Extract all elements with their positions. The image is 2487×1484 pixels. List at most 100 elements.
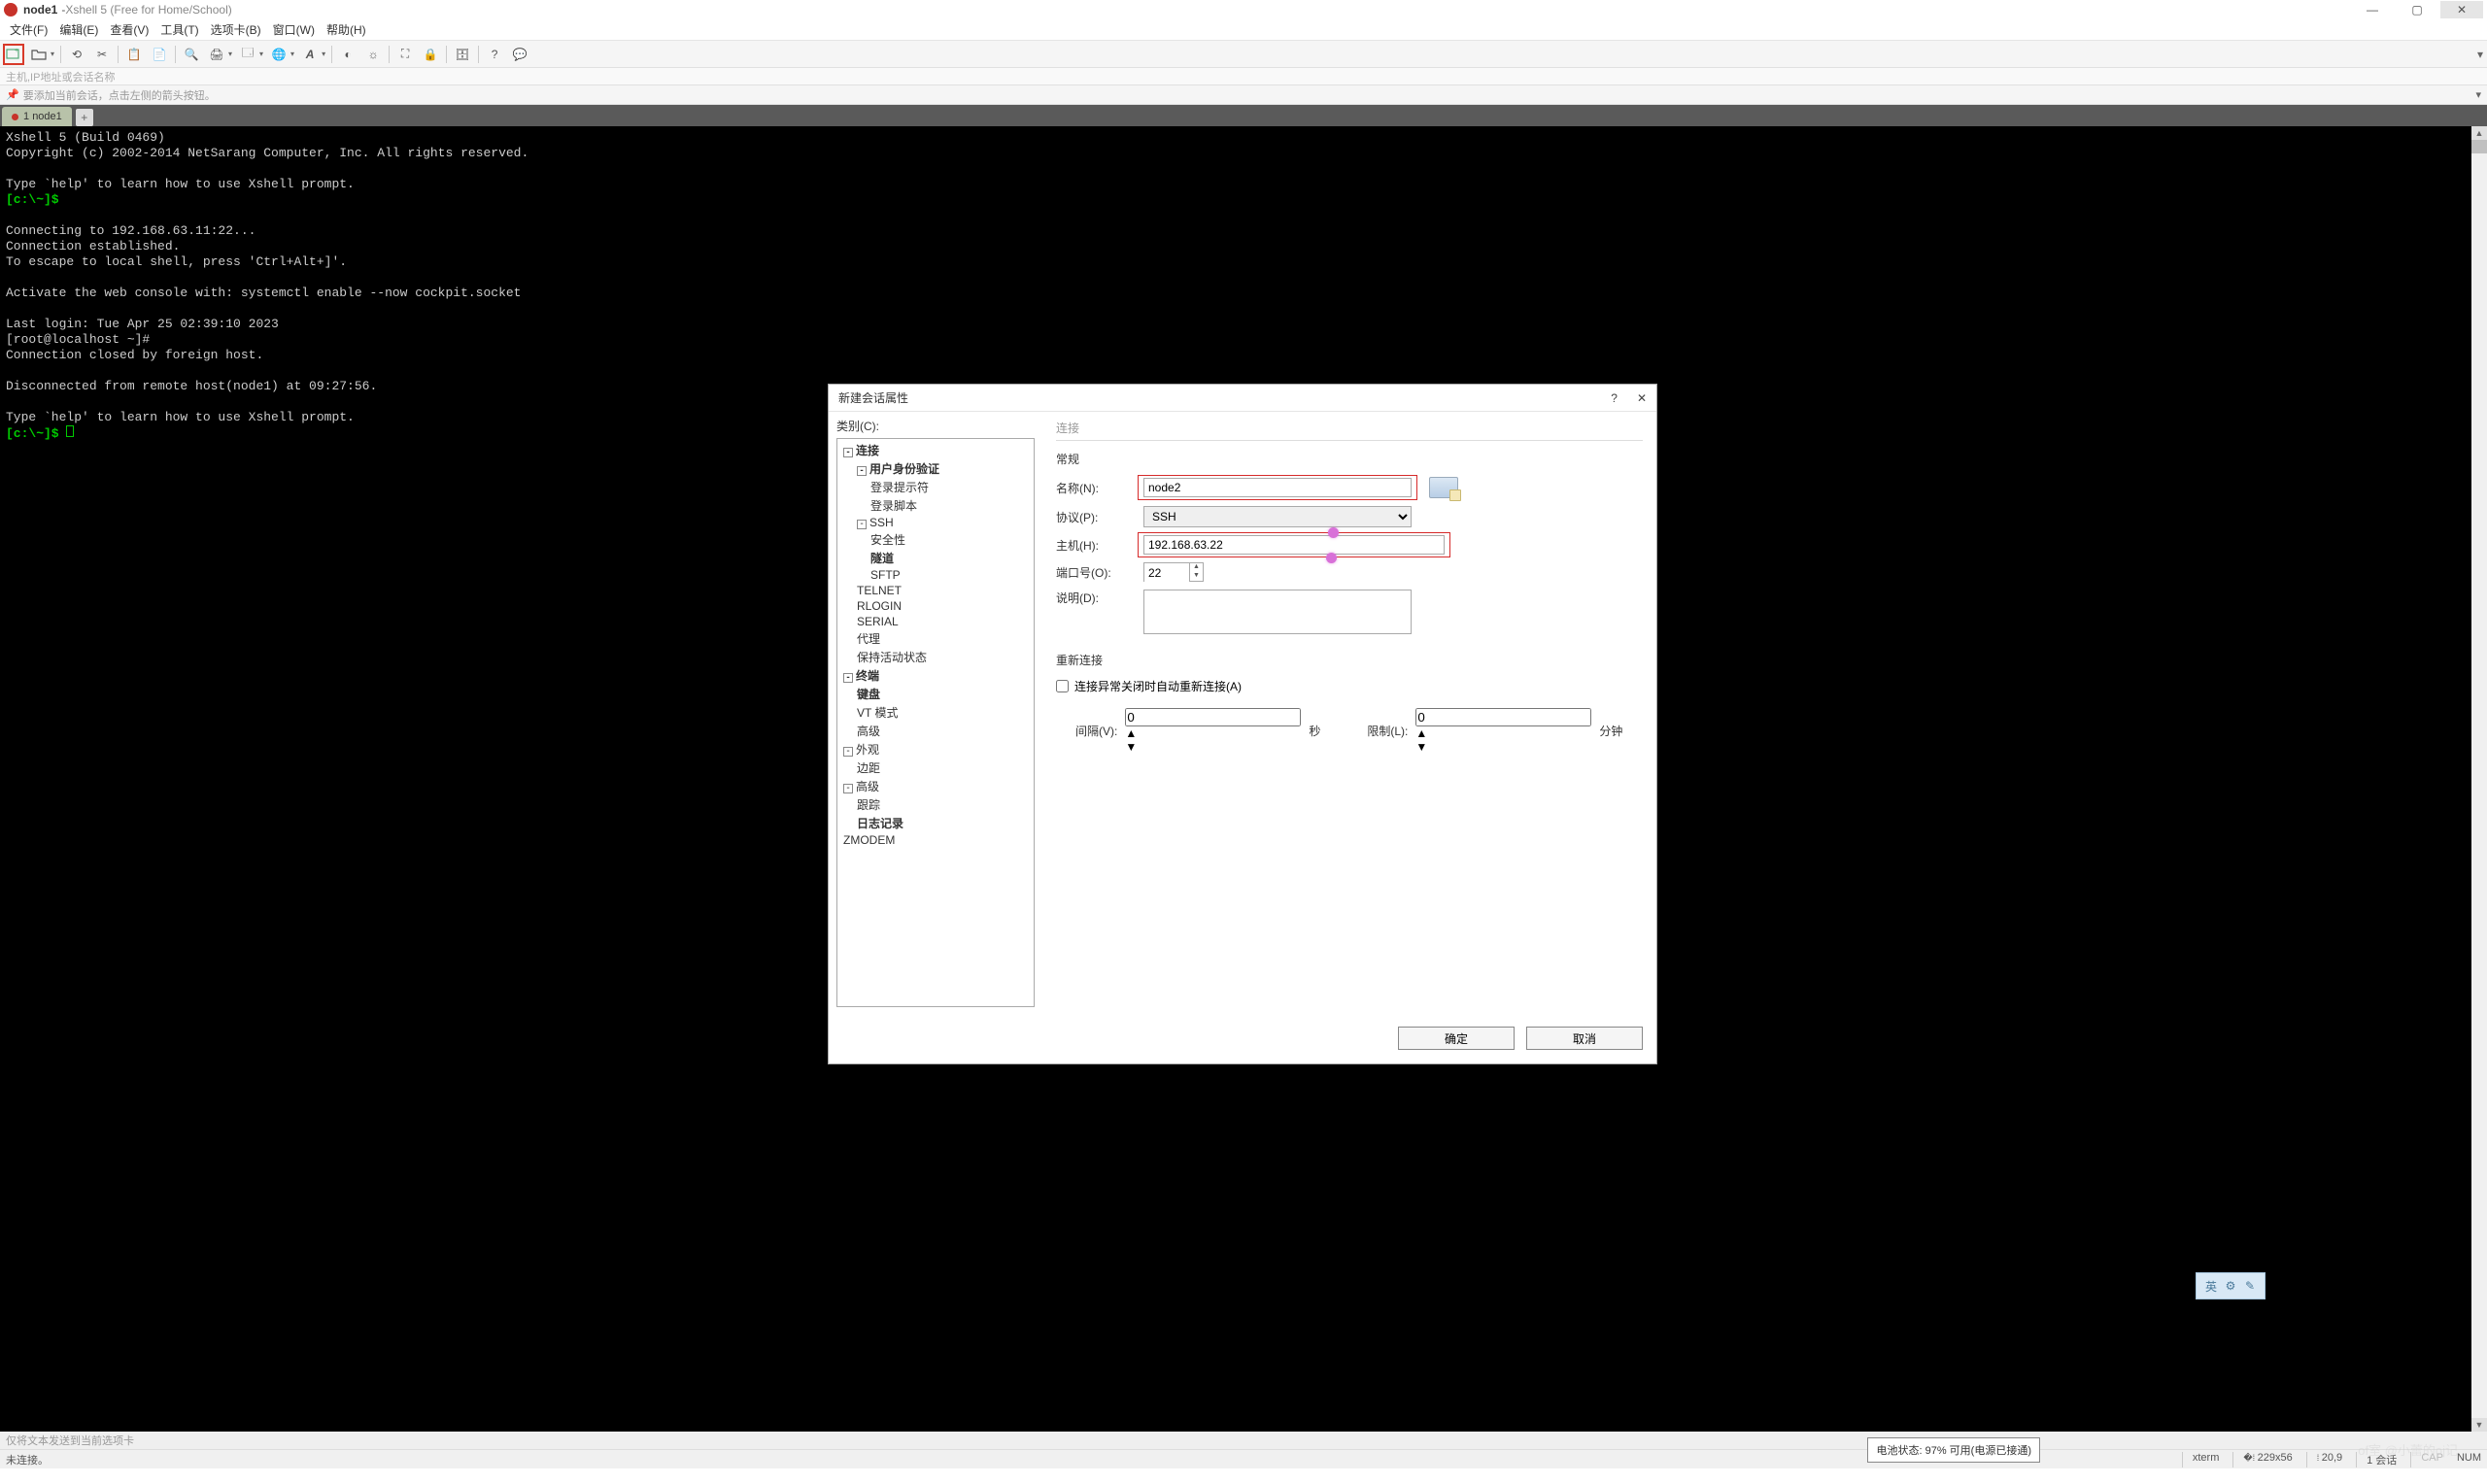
globe-icon[interactable]: 🌐 — [269, 45, 289, 64]
tab-bar: 1 node1 + — [0, 105, 2487, 126]
spin-down-icon[interactable]: ▼ — [1415, 740, 1591, 754]
scroll-thumb[interactable] — [2471, 140, 2487, 153]
tree-node[interactable]: -用户身份验证 — [841, 459, 1030, 478]
search-icon[interactable]: 🔍 — [182, 45, 201, 64]
open-icon[interactable] — [29, 45, 49, 64]
print-dropdown-icon[interactable]: ▾ — [228, 50, 232, 58]
window-close-button[interactable]: ✕ — [2440, 1, 2483, 18]
interval-spinner[interactable]: ▲▼ — [1125, 708, 1301, 754]
tree-node[interactable]: 键盘 — [841, 685, 1030, 703]
limit-spinner[interactable]: ▲▼ — [1415, 708, 1591, 754]
spin-up-icon[interactable]: ▲ — [1190, 563, 1203, 572]
dialog-close-button[interactable]: ✕ — [1637, 391, 1647, 405]
ok-button[interactable]: 确定 — [1398, 1027, 1515, 1050]
spin-down-icon[interactable]: ▼ — [1190, 572, 1203, 581]
scroll-up-icon[interactable]: ▲ — [2471, 126, 2487, 140]
tree-node[interactable]: -连接 — [841, 441, 1030, 459]
ime-lang-icon[interactable]: 英 — [2202, 1277, 2220, 1295]
scroll-down-icon[interactable]: ▼ — [2471, 1418, 2487, 1432]
tree-node[interactable]: ZMODEM — [841, 832, 1030, 848]
font-icon[interactable]: A — [300, 45, 320, 64]
highlight-icon[interactable]: ☼ — [363, 45, 383, 64]
help-icon[interactable]: ? — [485, 45, 504, 64]
interval-input[interactable] — [1125, 708, 1301, 726]
menu-file[interactable]: 文件(F) — [4, 19, 53, 40]
port-spinner[interactable]: ▲▼ — [1143, 562, 1204, 582]
copy-icon[interactable]: 📋 — [124, 45, 144, 64]
auto-reconnect-label: 连接异常关闭时自动重新连接(A) — [1074, 678, 1242, 694]
fullscreen-icon[interactable]: ⛶ — [395, 45, 415, 64]
session-status-icon — [12, 114, 18, 120]
tree-node[interactable]: 登录提示符 — [841, 478, 1030, 496]
tree-node[interactable]: RLOGIN — [841, 598, 1030, 614]
tree-node[interactable]: 日志记录 — [841, 814, 1030, 832]
menu-tools[interactable]: 工具(T) — [154, 19, 204, 40]
window-maximize-button[interactable]: ▢ — [2396, 1, 2438, 18]
quickbar-dropdown-icon[interactable]: ▾ — [2475, 88, 2481, 101]
globe-dropdown-icon[interactable]: ▾ — [290, 50, 294, 58]
tree-node[interactable]: 高级 — [841, 722, 1030, 740]
tree-node[interactable]: -高级 — [841, 777, 1030, 795]
menu-view[interactable]: 查看(V) — [104, 19, 154, 40]
tree-node[interactable]: -终端 — [841, 666, 1030, 685]
spin-down-icon[interactable]: ▼ — [1125, 740, 1301, 754]
anchor-icon[interactable]: 📌 — [6, 88, 19, 101]
tree-node[interactable]: 边距 — [841, 759, 1030, 777]
description-textarea[interactable] — [1143, 590, 1412, 634]
quickbar-text: 要添加当前会话，点击左侧的箭头按钮。 — [23, 87, 216, 103]
new-session-icon[interactable]: + — [4, 45, 23, 64]
tree-node[interactable]: SFTP — [841, 567, 1030, 583]
tree-node[interactable]: -SSH — [841, 515, 1030, 530]
font-dropdown-icon[interactable]: ▾ — [322, 50, 325, 58]
tree-node[interactable]: -外观 — [841, 740, 1030, 759]
limit-input[interactable] — [1415, 708, 1591, 726]
name-input[interactable] — [1143, 478, 1412, 497]
window-minimize-button[interactable]: — — [2351, 1, 2394, 18]
tree-node[interactable]: 安全性 — [841, 530, 1030, 549]
lock-icon[interactable]: 🔒 — [421, 45, 440, 64]
add-tab-button[interactable]: + — [76, 109, 93, 126]
host-input[interactable] — [1143, 535, 1445, 555]
protocol-select[interactable]: SSH — [1143, 506, 1412, 527]
ime-toolbar[interactable]: 英 ⚙ ✎ — [2196, 1272, 2266, 1299]
menu-window[interactable]: 窗口(W) — [267, 19, 321, 40]
menu-tabs[interactable]: 选项卡(B) — [205, 19, 267, 40]
color-icon[interactable]: ◐ — [338, 45, 358, 64]
spin-up-icon[interactable]: ▲ — [1125, 726, 1301, 740]
tree-node[interactable]: 隧道 — [841, 549, 1030, 567]
tree-node[interactable]: VT 模式 — [841, 703, 1030, 722]
menu-edit[interactable]: 编辑(E) — [53, 19, 104, 40]
svg-text:+: + — [15, 48, 18, 54]
port-input[interactable] — [1144, 563, 1189, 583]
paste-icon[interactable]: 📄 — [150, 45, 169, 64]
auto-reconnect-checkbox[interactable] — [1056, 680, 1069, 692]
address-bar[interactable]: 主机,IP地址或会话名称 — [0, 68, 2487, 85]
status-cursor-pos: ⁞ 20,9 — [2306, 1452, 2342, 1467]
category-tree[interactable]: -连接-用户身份验证登录提示符登录脚本-SSH安全性隧道SFTPTELNETRL… — [836, 438, 1035, 1007]
tree-node[interactable]: 代理 — [841, 629, 1030, 648]
session-tab[interactable]: 1 node1 — [2, 107, 72, 126]
reconnect-icon[interactable]: ⟲ — [67, 45, 86, 64]
ime-edit-icon[interactable]: ✎ — [2241, 1277, 2259, 1295]
properties-icon[interactable]: 🗔 — [238, 45, 257, 64]
toolbar-overflow-icon[interactable]: ▾ — [2477, 48, 2483, 61]
print-icon[interactable]: 🖨 — [207, 45, 226, 64]
tree-node[interactable]: SERIAL — [841, 614, 1030, 629]
dialog-help-button[interactable]: ? — [1611, 391, 1618, 405]
cancel-button[interactable]: 取消 — [1526, 1027, 1643, 1050]
chat-icon[interactable]: 💬 — [510, 45, 529, 64]
menu-help[interactable]: 帮助(H) — [321, 19, 372, 40]
tree-node[interactable]: 保持活动状态 — [841, 648, 1030, 666]
tree-node[interactable]: 跟踪 — [841, 795, 1030, 814]
properties-dropdown-icon[interactable]: ▾ — [259, 50, 263, 58]
log-icon[interactable]: 🗄 — [453, 45, 472, 64]
tree-node[interactable]: 登录脚本 — [841, 496, 1030, 515]
spin-up-icon[interactable]: ▲ — [1415, 726, 1591, 740]
open-dropdown-icon[interactable]: ▾ — [51, 50, 54, 58]
dialog-title: 新建会话属性 — [838, 389, 908, 406]
terminal-scrollbar[interactable]: ▲ ▼ — [2471, 126, 2487, 1432]
ime-settings-icon[interactable]: ⚙ — [2222, 1277, 2239, 1295]
session-bookmark-icon[interactable] — [1429, 477, 1458, 498]
disconnect-icon[interactable]: ✂ — [92, 45, 112, 64]
tree-node[interactable]: TELNET — [841, 583, 1030, 598]
